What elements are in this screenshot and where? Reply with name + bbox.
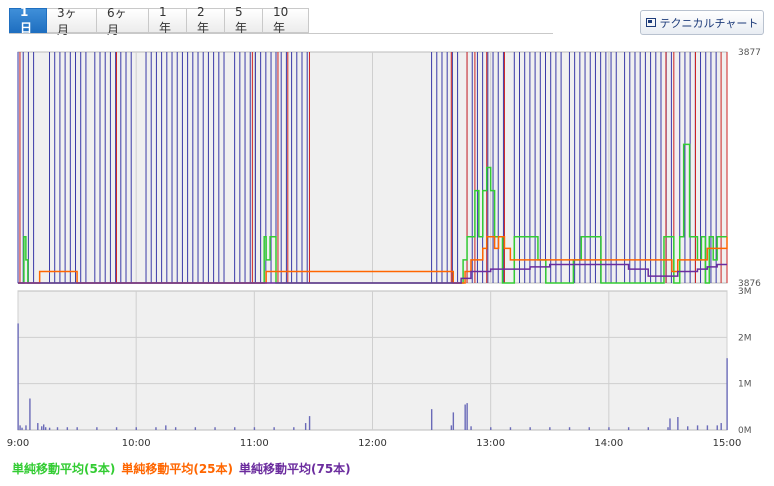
- legend: 単純移動平均(5本) 単純移動平均(25本) 単純移動平均(75本): [12, 460, 351, 477]
- volume-bar: [155, 427, 157, 430]
- volume-bar: [76, 427, 78, 430]
- volume-bar: [509, 427, 512, 430]
- volume-bar: [234, 427, 236, 430]
- volume-bar: [17, 323, 19, 430]
- volume-bar: [647, 427, 650, 430]
- volume-bar: [293, 427, 295, 430]
- volume-y-tick-label: 2M: [738, 333, 752, 343]
- volume-y-tick-label: 0M: [738, 426, 752, 436]
- legend-ma25: 単純移動平均(25本): [121, 462, 233, 476]
- volume-bar: [21, 427, 23, 430]
- volume-bar: [464, 404, 466, 430]
- x-tick-label: 15:00: [713, 438, 742, 449]
- volume-bar: [96, 427, 98, 430]
- volume-bar: [165, 425, 167, 430]
- volume-bar: [677, 417, 679, 430]
- volume-bar: [115, 427, 118, 430]
- volume-bar: [174, 427, 177, 430]
- volume-bar: [308, 416, 311, 430]
- volume-bar: [56, 427, 59, 430]
- volume-bar: [44, 427, 47, 430]
- x-tick-label: 11:00: [240, 438, 269, 449]
- volume-bar: [66, 427, 69, 430]
- volume-bar: [627, 427, 630, 430]
- volume-bar: [29, 398, 31, 430]
- volume-bar: [608, 427, 610, 430]
- volume-y-tick-label: 1M: [738, 380, 752, 390]
- x-tick-label: 10:00: [122, 438, 151, 449]
- x-tick-label: 12:00: [358, 438, 387, 449]
- volume-bar: [490, 427, 492, 430]
- volume-bar: [304, 423, 307, 430]
- volume-bar: [549, 427, 551, 430]
- volume-bar: [43, 424, 45, 430]
- volume-bar: [588, 427, 590, 430]
- x-tick-label: 13:00: [476, 438, 505, 449]
- volume-bar: [37, 423, 39, 430]
- volume-bar: [466, 403, 468, 430]
- volume-bar: [726, 358, 728, 430]
- volume-bar: [48, 427, 51, 430]
- x-tick-label: 9:00: [7, 438, 29, 449]
- volume-bar: [470, 426, 472, 430]
- volume-bar: [25, 425, 27, 430]
- volume-bar: [720, 423, 722, 430]
- volume-bar: [253, 427, 256, 430]
- volume-bar: [19, 425, 21, 430]
- volume-bar: [568, 427, 571, 430]
- volume-bar: [452, 412, 455, 430]
- volume-bar: [273, 427, 275, 430]
- intraday-chart: 9:00 10:00 11:00 12:00 13:00 14:00 15:003M2M1M…: [7, 48, 761, 449]
- volume-bar: [529, 427, 531, 430]
- legend-ma75: 単純移動平均(75本): [239, 462, 351, 476]
- volume-bar: [194, 427, 197, 430]
- legend-ma5: 単純移動平均(5本): [12, 462, 116, 476]
- price-y-tick-label: 3877: [738, 48, 761, 58]
- volume-bar: [667, 427, 669, 430]
- volume-bar: [716, 425, 718, 430]
- volume-bar: [687, 426, 689, 430]
- volume-bar: [669, 418, 671, 430]
- volume-bar: [450, 425, 453, 430]
- volume-bar: [135, 427, 137, 430]
- volume-bar: [696, 425, 699, 430]
- volume-bar: [41, 426, 43, 430]
- volume-bar: [706, 425, 709, 430]
- volume-bar: [430, 409, 433, 430]
- x-tick-label: 14:00: [594, 438, 623, 449]
- volume-bar: [214, 427, 216, 430]
- price-y-tick-label: 3876: [738, 279, 761, 289]
